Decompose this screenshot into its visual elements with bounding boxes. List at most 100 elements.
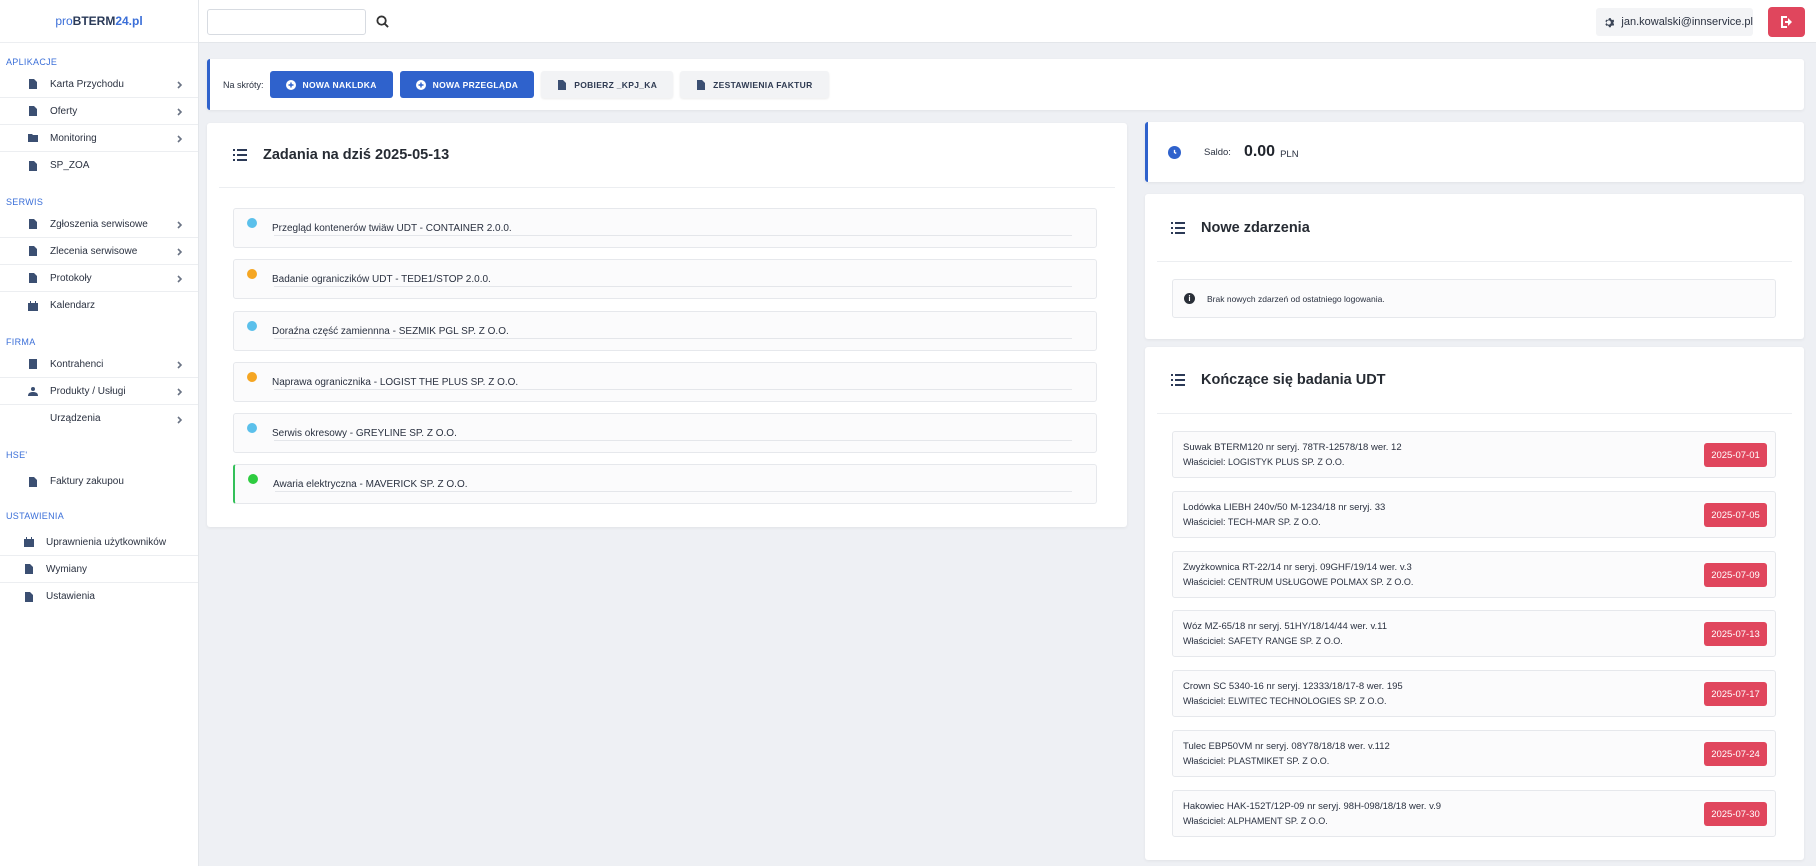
sidebar-item-uprawnienia[interactable]: Uprawnienia użytkowników: [0, 529, 198, 556]
sidebar-item-faktury[interactable]: Faktury zakupou: [0, 468, 198, 495]
task-item[interactable]: Naprawa ogranicznika - LOGIST THE PLUS S…: [233, 362, 1097, 402]
document-icon: [27, 246, 38, 257]
status-dot: [247, 269, 257, 279]
due-date-badge: 2025-07-17: [1704, 682, 1767, 706]
blank-icon: [27, 413, 38, 424]
chevron-right-icon: [176, 134, 184, 143]
sidebar-item-label: Uprawnienia użytkowników: [46, 536, 167, 548]
due-date-badge: 2025-07-01: [1704, 443, 1767, 467]
chevron-right-icon: [176, 247, 184, 256]
top-bar: jan.kowalski@innservice.pl: [199, 0, 1816, 43]
logout-button[interactable]: [1768, 7, 1805, 37]
device-label: Crown SC 5340-16 nr seryj. 12333/18/17-8…: [1183, 681, 1403, 692]
sidebar-item-monitoring[interactable]: Monitoring: [0, 125, 198, 152]
list-icon: [1171, 221, 1185, 234]
divider: [274, 440, 1072, 441]
document-icon: [27, 79, 38, 90]
clock-icon: [1168, 145, 1181, 159]
sidebar-item-protokoly[interactable]: Protokoły: [0, 265, 198, 292]
task-item[interactable]: Awaria elektryczna - MAVERICK SP. Z O.O.: [233, 464, 1097, 504]
invoice-summary-button[interactable]: ZESTAWIENIA FAKTUR: [680, 71, 829, 98]
device-label: Wóz MZ-65/18 nr seryj. 51HY/18/14/44 wer…: [1183, 621, 1387, 632]
owner-label: Właściciel: ELWITEC TECHNOLOGIES SP. Z O…: [1183, 696, 1387, 706]
device-label: Suwak BTERM120 nr seryj. 78TR-12578/18 w…: [1183, 442, 1402, 453]
user-menu[interactable]: jan.kowalski@innservice.pl: [1596, 8, 1753, 36]
device-label: Zwyżkownica RT-22/14 nr seryj. 09GHF/19/…: [1183, 562, 1412, 573]
sidebar-item-zlecenia[interactable]: Zlecenia serwisowe: [0, 238, 198, 265]
sidebar-item-produkty[interactable]: Produkty / Usługi: [0, 378, 198, 405]
device-label: Tulec EBP50VM nr seryj. 08Y78/18/18 wer.…: [1183, 741, 1390, 752]
task-item[interactable]: Przegląd kontenerów twiäw UDT - CONTAINE…: [233, 208, 1097, 248]
udt-item[interactable]: Hakowiec HAK-152T/12P-09 nr seryj. 98H-0…: [1172, 790, 1776, 837]
sidebar-item-label: Wymiany: [46, 563, 88, 575]
sidebar-section-title: USTAWIENIA: [6, 511, 65, 521]
chevron-right-icon: [176, 360, 184, 369]
udt-header: Kończące się badania UDT: [1157, 347, 1792, 414]
sidebar-section-title: FIRMA: [6, 337, 36, 347]
sidebar-item-kalendarz[interactable]: Kalendarz: [0, 292, 198, 319]
balance-label: Saldo:: [1204, 146, 1231, 158]
sidebar-item-label: Karta Przychodu: [50, 78, 124, 90]
file-icon: [697, 79, 706, 90]
sidebar-item-label: Faktury zakupou: [50, 476, 124, 487]
events-card: Nowe zdarzenia i Brak nowych zdarzeń od …: [1145, 194, 1804, 339]
owner-label: Właściciel: PLASTMIKET SP. Z O.O.: [1183, 756, 1330, 766]
udt-item[interactable]: Lodówka LIEBH 240v/50 M-1234/18 nr seryj…: [1172, 491, 1776, 538]
udt-item[interactable]: Tulec EBP50VM nr seryj. 08Y78/18/18 wer.…: [1172, 730, 1776, 777]
sidebar-item-sp-zoa[interactable]: SP_ZOA: [0, 152, 198, 179]
sidebar-item-label: Kontrahenci: [50, 358, 104, 370]
document-icon: [27, 273, 38, 284]
sidebar-item-label: Produkty / Usługi: [50, 385, 126, 397]
owner-label: Właściciel: ALPHAMENT SP. Z O.O.: [1183, 816, 1328, 826]
document-icon: [27, 476, 38, 487]
udt-item[interactable]: Crown SC 5340-16 nr seryj. 12333/18/17-8…: [1172, 670, 1776, 717]
document-icon: [23, 564, 34, 575]
due-date-badge: 2025-07-13: [1704, 622, 1767, 646]
tasks-title: Zadania na dziś 2025-05-13: [263, 147, 450, 163]
sidebar-item-wymiany[interactable]: Wymiany: [0, 556, 198, 583]
logo[interactable]: pro BTERM 24.pl: [0, 0, 198, 43]
search-input[interactable]: [207, 9, 366, 35]
plus-circle-icon: [285, 79, 296, 90]
sidebar-item-urzadzenia[interactable]: Urządzenia: [0, 405, 198, 432]
udt-item[interactable]: Suwak BTERM120 nr seryj. 78TR-12578/18 w…: [1172, 431, 1776, 478]
logo-main: BTERM: [72, 14, 116, 28]
owner-label: Właściciel: LOGISTYK PLUS SP. Z O.O.: [1183, 457, 1345, 467]
new-sticker-button[interactable]: NOWA NAKLDKA: [269, 71, 393, 98]
udt-card: Kończące się badania UDT Suwak BTERM120 …: [1145, 347, 1804, 860]
users-icon: [27, 386, 38, 397]
shortcuts-bar: Na skróty: NOWA NAKLDKA NOWA PRZEGLĄDA P…: [207, 59, 1804, 110]
download-button[interactable]: POBIERZ _KPJ_KA: [541, 71, 674, 98]
udt-title: Kończące się badania UDT: [1201, 372, 1386, 388]
chevron-right-icon: [176, 220, 184, 229]
task-item[interactable]: Badanie ograniczików UDT - TEDE1/STOP 2.…: [233, 259, 1097, 299]
task-item[interactable]: Doraźna część zamiennna - SEZMIK PGL SP.…: [233, 311, 1097, 351]
sidebar-section-title: HSE': [6, 450, 28, 460]
udt-item[interactable]: Wóz MZ-65/18 nr seryj. 51HY/18/14/44 wer…: [1172, 610, 1776, 657]
sidebar-item-label: Oferty: [50, 105, 78, 117]
search-icon[interactable]: [373, 12, 391, 30]
sidebar-item-label: Ustawienia: [46, 591, 95, 602]
sidebar-item-label: Monitoring: [50, 132, 97, 144]
tasks-card: Zadania na dziś 2025-05-13 Przegląd kont…: [207, 123, 1127, 527]
sidebar-item-oferty[interactable]: Oferty: [0, 98, 198, 125]
calendar-icon: [23, 537, 34, 548]
sidebar: pro BTERM 24.pl APLIKACJE Karta Przychodu …: [0, 0, 199, 866]
udt-item[interactable]: Zwyżkownica RT-22/14 nr seryj. 09GHF/19/…: [1172, 551, 1776, 598]
chevron-right-icon: [176, 387, 184, 396]
sidebar-item-karta-przychodu[interactable]: Karta Przychodu: [0, 71, 198, 98]
task-item[interactable]: Serwis okresowy - GREYLINE SP. Z O.O.: [233, 413, 1097, 453]
sidebar-item-label: Zgłoszenia serwisowe: [50, 218, 148, 230]
divider: [274, 389, 1072, 390]
balance-currency: PLN: [1280, 148, 1299, 160]
new-inspection-button[interactable]: NOWA PRZEGLĄDA: [399, 71, 535, 98]
sidebar-item-kontrahenci[interactable]: Kontrahenci: [0, 351, 198, 378]
divider: [274, 338, 1072, 339]
owner-label: Właściciel: SAFETY RANGE SP. Z O.O.: [1183, 636, 1343, 646]
sidebar-item-zgloszenia[interactable]: Zgłoszenia serwisowe: [0, 211, 198, 238]
user-email: jan.kowalski@innservice.pl: [1621, 16, 1753, 28]
events-header: Nowe zdarzenia: [1157, 194, 1792, 262]
event-message: i Brak nowych zdarzeń od ostatniego logo…: [1172, 279, 1776, 318]
divider: [275, 491, 1072, 492]
sidebar-item-ustawienia[interactable]: Ustawienia: [0, 583, 198, 610]
